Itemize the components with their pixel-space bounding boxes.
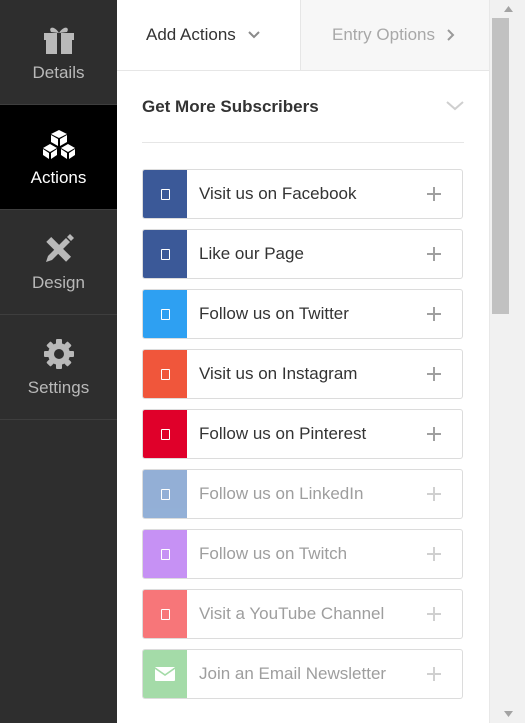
envelope-icon: [143, 650, 187, 698]
action-label: Follow us on Twitter: [199, 304, 349, 323]
cubes-icon: [41, 126, 77, 162]
action-twitch[interactable]: Follow us on Twitch: [142, 529, 463, 579]
action-pinterest[interactable]: Follow us on Pinterest: [142, 409, 463, 459]
gear-icon: [41, 336, 77, 372]
pinterest-icon: [143, 410, 187, 458]
tab-entry-options[interactable]: Entry Options: [300, 0, 489, 70]
action-label: Visit a YouTube Channel: [199, 604, 385, 623]
plus-icon[interactable]: [406, 487, 462, 501]
action-label: Visit us on Facebook: [199, 184, 357, 203]
plus-icon[interactable]: [406, 367, 462, 381]
plus-icon[interactable]: [406, 187, 462, 201]
tab-bar: Add Actions Entry Options: [117, 0, 489, 71]
scroll-thumb[interactable]: [492, 18, 509, 314]
actions-list: Visit us on Facebook Like our Page Follo…: [142, 169, 463, 709]
sidebar-item-actions[interactable]: Actions: [0, 105, 117, 210]
action-linkedin[interactable]: Follow us on LinkedIn: [142, 469, 463, 519]
scrollbar[interactable]: [489, 0, 525, 723]
tab-label: Entry Options: [332, 25, 435, 44]
action-label: Follow us on Pinterest: [199, 424, 367, 443]
plus-icon[interactable]: [406, 607, 462, 621]
facebook-icon: [143, 170, 187, 218]
chevron-down-icon: [446, 98, 464, 116]
tab-label: Add Actions: [146, 25, 236, 44]
scroll-down-arrow-icon[interactable]: [490, 705, 525, 723]
plus-icon[interactable]: [406, 247, 462, 261]
twitter-icon: [143, 290, 187, 338]
plus-icon[interactable]: [406, 427, 462, 441]
facebook-like-icon: [143, 230, 187, 278]
main-panel: Add Actions Entry Options Get More Subsc…: [117, 0, 489, 723]
action-twitter[interactable]: Follow us on Twitter: [142, 289, 463, 339]
instagram-icon: [143, 350, 187, 398]
sidebar-item-details[interactable]: Details: [0, 0, 117, 105]
action-facebook[interactable]: Visit us on Facebook: [142, 169, 463, 219]
sidebar: Details Actions Design Settings: [0, 0, 117, 723]
scroll-up-arrow-icon[interactable]: [490, 0, 525, 18]
plus-icon[interactable]: [406, 667, 462, 681]
twitch-icon: [143, 530, 187, 578]
chevron-right-icon: [447, 29, 455, 41]
plus-icon[interactable]: [406, 307, 462, 321]
pencil-ruler-icon: [41, 231, 77, 267]
chevron-down-icon: [248, 31, 260, 39]
sidebar-item-label: Design: [32, 273, 85, 292]
action-instagram[interactable]: Visit us on Instagram: [142, 349, 463, 399]
action-label: Like our Page: [199, 244, 304, 263]
linkedin-icon: [143, 470, 187, 518]
tab-add-actions[interactable]: Add Actions: [117, 0, 300, 70]
action-label: Join an Email Newsletter: [199, 664, 387, 683]
gift-icon: [41, 21, 77, 57]
sidebar-item-label: Settings: [27, 378, 90, 397]
plus-icon[interactable]: [406, 547, 462, 561]
sidebar-item-label: Actions: [30, 168, 87, 187]
section-title: Get More Subscribers: [142, 96, 319, 116]
action-facebook-like[interactable]: Like our Page: [142, 229, 463, 279]
sidebar-item-settings[interactable]: Settings: [0, 315, 117, 420]
action-label: Follow us on Twitch: [199, 544, 348, 563]
action-email-newsletter[interactable]: Join an Email Newsletter: [142, 649, 463, 699]
action-label: Visit us on Instagram: [199, 364, 358, 383]
action-label: Follow us on LinkedIn: [199, 484, 364, 503]
sidebar-item-label: Details: [32, 63, 85, 82]
youtube-icon: [143, 590, 187, 638]
action-youtube[interactable]: Visit a YouTube Channel: [142, 589, 463, 639]
section-header[interactable]: Get More Subscribers: [142, 71, 464, 143]
sidebar-item-design[interactable]: Design: [0, 210, 117, 315]
